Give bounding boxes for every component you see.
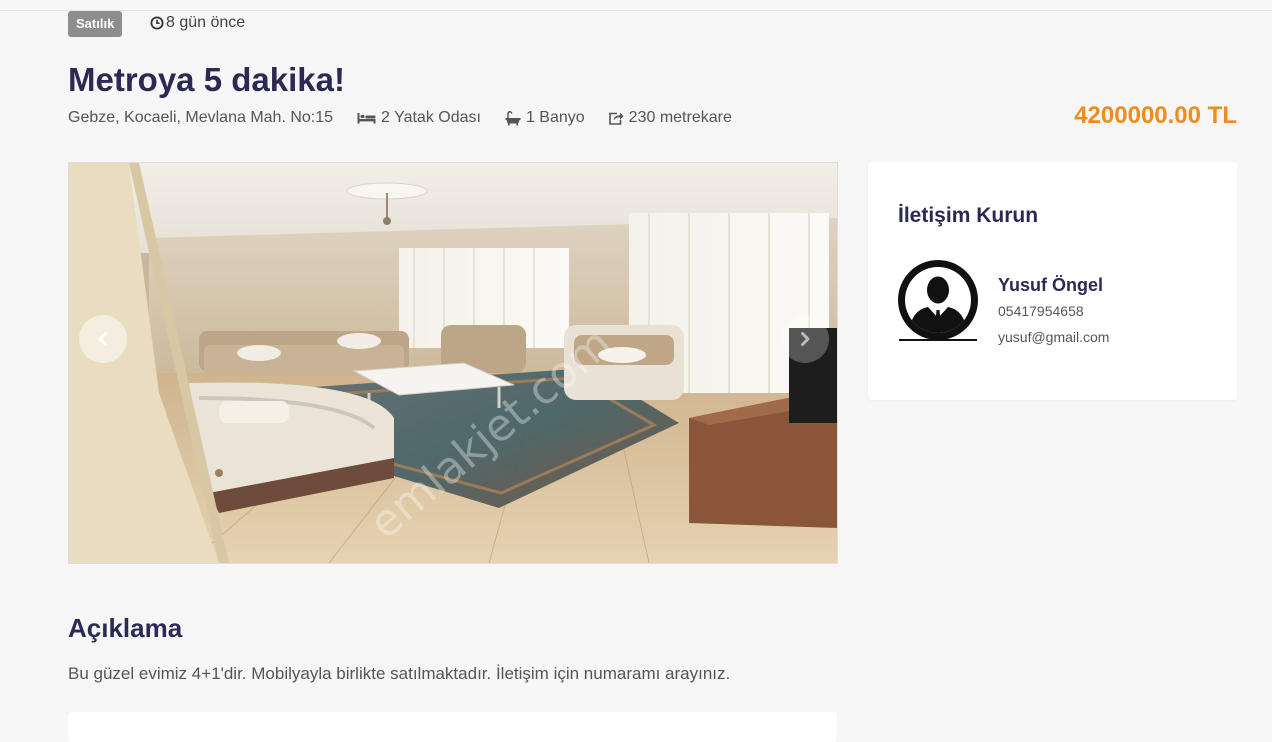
contact-heading: İletişim Kurun — [898, 204, 1039, 227]
top-divider — [0, 10, 1272, 11]
listing-title: Metroya 5 dakika! — [68, 61, 345, 98]
clock-icon — [150, 16, 164, 30]
description-text: Bu güzel evimiz 4+1'dir. Mobilyayla birl… — [68, 664, 731, 683]
listing-address: Gebze, Kocaeli, Mevlana Mah. No:15 — [68, 109, 334, 126]
bedrooms-info: 2 Yatak Odası — [357, 106, 481, 130]
share-icon — [608, 112, 624, 125]
area-text: 230 metrekare — [628, 109, 732, 126]
bathrooms-info: 1 Banyo — [505, 106, 585, 130]
listing-photo: emlakjet.com — [69, 163, 837, 563]
bath-icon — [505, 110, 521, 125]
gallery-prev-button[interactable] — [79, 315, 127, 363]
agent-phone[interactable]: 05417954658 — [998, 301, 1084, 321]
contact-card: İletişim Kurun Yusuf Öngel 05417954658 y… — [868, 162, 1237, 400]
description-heading: Açıklama — [68, 613, 183, 643]
bathrooms-text: 1 Banyo — [525, 109, 585, 126]
bottom-card — [68, 712, 837, 742]
gallery-next-button[interactable] — [781, 315, 829, 363]
photo-gallery[interactable]: emlakjet.com — [68, 162, 838, 564]
chevron-left-icon — [98, 332, 107, 346]
bedrooms-text: 2 Yatak Odası — [381, 109, 481, 126]
posted-time-text: 8 gün önce — [166, 14, 246, 31]
chevron-right-icon — [801, 332, 810, 346]
status-badge: Satılık — [68, 11, 123, 37]
agent-email[interactable]: yusuf@gmail.com — [998, 327, 1109, 347]
user-silhouette-icon — [898, 260, 978, 341]
bed-icon — [357, 113, 376, 124]
listing-meta: Gebze, Kocaeli, Mevlana Mah. No:15 2 Yat… — [68, 106, 732, 130]
area-info: 230 metrekare — [608, 106, 732, 130]
agent-name: Yusuf Öngel — [998, 275, 1104, 295]
posted-time: 8 gün önce — [150, 13, 245, 33]
listing-price: 4200000.00 TL — [1074, 102, 1237, 129]
